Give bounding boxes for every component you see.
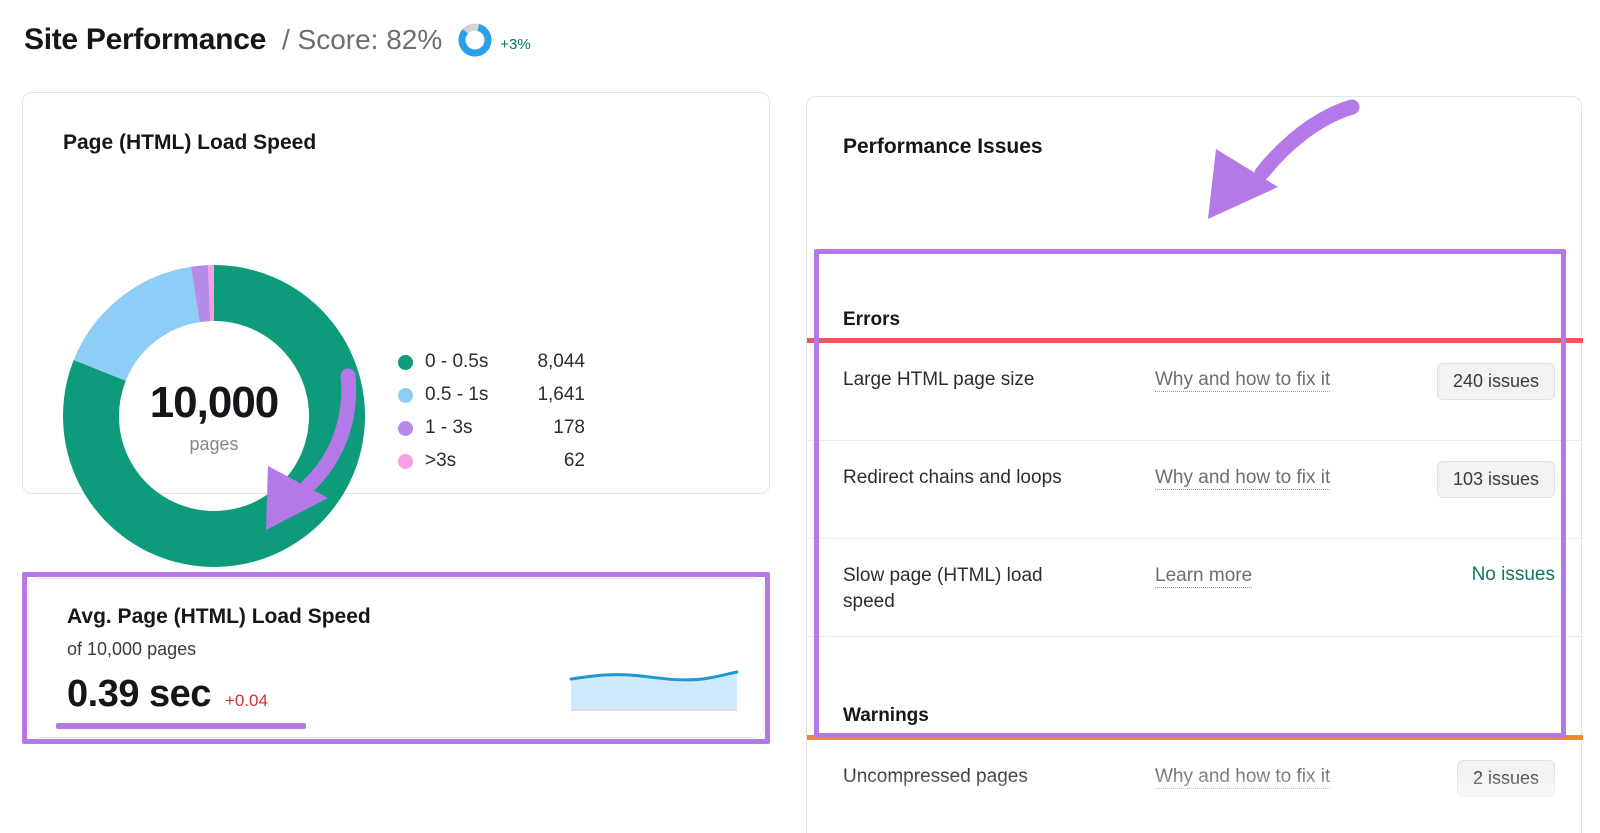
issue-help-link[interactable]: Why and how to fix it: [1155, 465, 1340, 491]
legend-value: 8,044: [537, 351, 585, 372]
legend-item: 0.5 - 1s 1,641: [398, 384, 585, 406]
load-speed-card-title: Page (HTML) Load Speed: [63, 131, 317, 154]
load-speed-donut-chart: 10,000 pages: [63, 265, 365, 572]
issue-name: Uncompressed pages: [843, 766, 1028, 787]
legend-color-dot: [398, 453, 413, 469]
legend-item: >3s 62: [398, 450, 585, 472]
issue-help-link[interactable]: Learn more: [1155, 563, 1340, 589]
donut-segment: [191, 265, 211, 323]
issue-row[interactable]: Large HTML page size Why and how to fix i…: [807, 343, 1583, 441]
legend-item: 0 - 0.5s 8,044: [398, 351, 585, 373]
warnings-section-heading: Warnings: [843, 705, 929, 726]
score-delta: +3%: [500, 36, 531, 53]
issue-help-link-text: Why and how to fix it: [1155, 766, 1331, 789]
legend-value: 1,641: [537, 384, 585, 405]
legend-label: 1 - 3s: [425, 417, 473, 438]
issue-count-badge[interactable]: 2 issues: [1456, 760, 1555, 797]
issue-count-badge[interactable]: 240 issues: [1436, 363, 1555, 400]
avg-value-highlight-underline: [56, 723, 306, 729]
issue-help-link[interactable]: Why and how to fix it: [1155, 764, 1340, 790]
score-donut-icon: [458, 23, 492, 57]
issues-card-title: Performance Issues: [843, 135, 1043, 158]
legend-value: 62: [563, 450, 585, 471]
legend-value: 178: [553, 417, 585, 438]
issue-name: Redirect chains and loops: [843, 467, 1062, 488]
donut-svg: [63, 265, 365, 567]
issue-count-badge[interactable]: 103 issues: [1436, 461, 1555, 498]
avg-card-subtitle: of 10,000 pages: [67, 639, 197, 659]
legend-label: 0 - 0.5s: [425, 351, 489, 372]
issue-status-text: No issues: [1471, 564, 1555, 585]
issue-row[interactable]: Uncompressed pages Why and how to fix it 2…: [807, 740, 1583, 833]
avg-sparkline-chart: [569, 670, 739, 711]
legend-color-dot: [398, 387, 413, 403]
page-load-speed-card: Page (HTML) Load Speed 10,000 pages 0 - …: [22, 92, 770, 567]
issue-help-link[interactable]: Why and how to fix it: [1155, 367, 1340, 393]
avg-delta: +0.04: [224, 691, 268, 710]
performance-issues-card: Performance Issues Errors Warnings Large…: [806, 96, 1583, 833]
legend-item: 1 - 3s 178: [398, 417, 585, 439]
donut-segment: [73, 266, 201, 382]
issue-row[interactable]: Slow page (HTML) load speed Learn more No …: [807, 539, 1583, 637]
avg-value: 0.39 sec: [67, 673, 211, 715]
legend-color-dot: [398, 420, 413, 436]
score-label: / Score: 82%: [281, 24, 443, 55]
page-header: Site Performance / Score: 82% +3%: [24, 16, 531, 64]
avg-value-row: 0.39 sec +0.04: [67, 673, 268, 716]
issue-help-link-text: Why and how to fix it: [1155, 467, 1331, 490]
legend-color-dot: [398, 354, 413, 370]
avg-card-title: Avg. Page (HTML) Load Speed: [67, 605, 371, 628]
legend-label: >3s: [425, 450, 457, 471]
issue-row[interactable]: Redirect chains and loops Why and how to …: [807, 441, 1583, 539]
issue-name: Large HTML page size: [843, 369, 1035, 390]
issue-help-link-text: Why and how to fix it: [1155, 369, 1331, 392]
legend-label: 0.5 - 1s: [425, 384, 489, 405]
issue-help-link-text: Learn more: [1155, 565, 1253, 588]
page-title: Site Performance: [24, 23, 266, 56]
errors-section-heading: Errors: [843, 309, 901, 330]
site-performance-page: Site Performance / Score: 82% +3% Page (…: [0, 0, 1600, 833]
avg-load-speed-card: Avg. Page (HTML) Load Speed of 10,000 pa…: [28, 578, 764, 738]
donut-legend: 0 - 0.5s 8,044 0.5 - 1s 1,641 1 - 3s 178 >3s 62: [398, 351, 585, 472]
issue-name: Slow page (HTML) load speed: [843, 565, 1043, 612]
